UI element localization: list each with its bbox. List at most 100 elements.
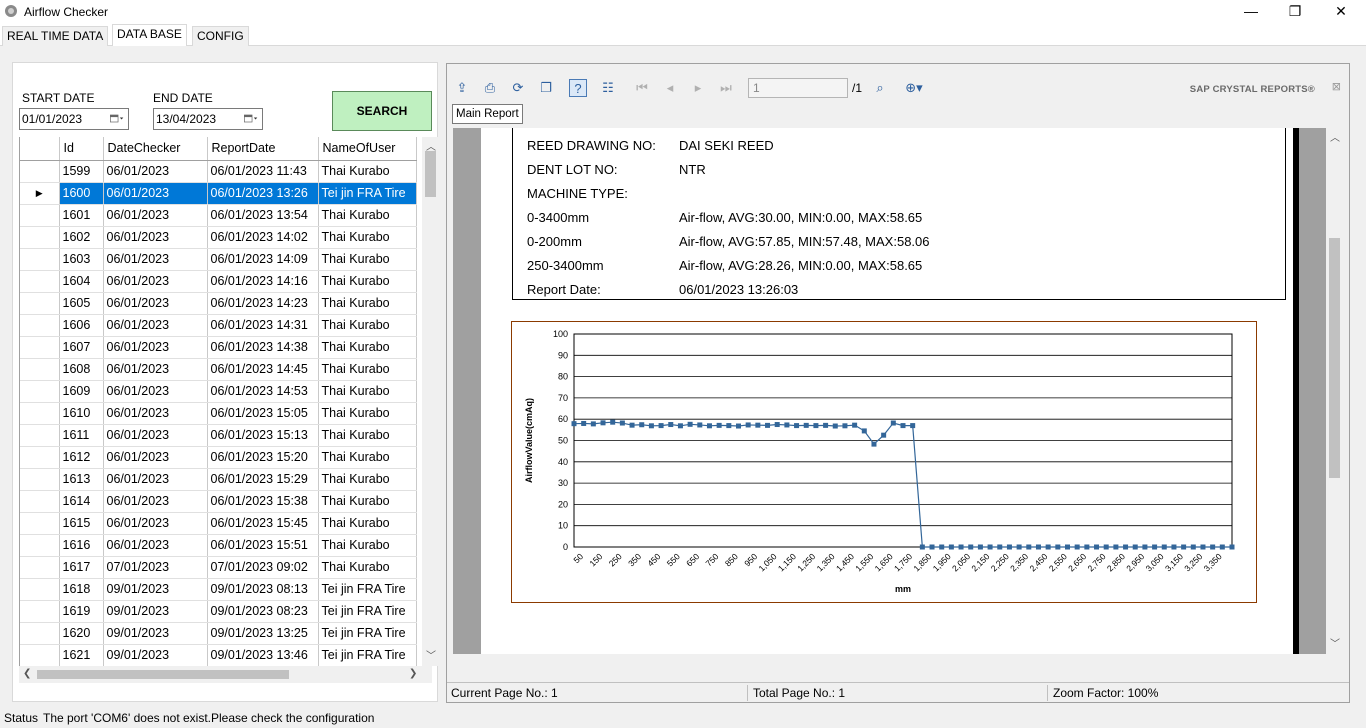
column-header-nameofuser[interactable]: NameOfUser <box>318 137 417 161</box>
row-header[interactable] <box>20 358 60 381</box>
table-row[interactable]: 1620 09/01/2023 09/01/2023 13:25 Tei jin FR… <box>20 622 417 645</box>
cell-reportdate[interactable]: 06/01/2023 14:53 <box>207 380 319 403</box>
cell-id[interactable]: 1608 <box>59 358 104 381</box>
cell-datechecker[interactable]: 06/01/2023 <box>103 512 208 535</box>
cell-id[interactable]: 1613 <box>59 468 104 491</box>
scroll-down-icon[interactable]: ﹀ <box>1330 635 1340 650</box>
cell-id[interactable]: 1621 <box>59 644 104 667</box>
cell-datechecker[interactable]: 06/01/2023 <box>103 402 208 425</box>
row-header[interactable] <box>20 512 60 535</box>
cell-nameofuser[interactable]: Thai Kurabo <box>318 446 417 469</box>
cell-id[interactable]: 1605 <box>59 292 104 315</box>
cell-reportdate[interactable]: 06/01/2023 14:38 <box>207 336 319 359</box>
row-header[interactable] <box>20 578 60 601</box>
export-icon[interactable]: ⇪ <box>453 79 471 97</box>
cell-reportdate[interactable]: 06/01/2023 15:38 <box>207 490 319 513</box>
cell-reportdate[interactable]: 09/01/2023 08:13 <box>207 578 319 601</box>
help-icon[interactable]: ? <box>569 79 587 97</box>
cell-nameofuser[interactable]: Thai Kurabo <box>318 336 417 359</box>
row-header[interactable] <box>20 292 60 315</box>
cell-nameofuser[interactable]: Thai Kurabo <box>318 424 417 447</box>
cell-datechecker[interactable]: 06/01/2023 <box>103 424 208 447</box>
cell-reportdate[interactable]: 06/01/2023 13:54 <box>207 204 319 227</box>
cell-reportdate[interactable]: 06/01/2023 15:29 <box>207 468 319 491</box>
cell-id[interactable]: 1609 <box>59 380 104 403</box>
table-row[interactable]: 1617 07/01/2023 07/01/2023 09:02 Thai Kurab… <box>20 556 417 579</box>
zoom-icon[interactable]: ⊕▾ <box>899 79 929 97</box>
end-date-picker[interactable]: 13/04/2023 <box>153 108 263 130</box>
find-icon[interactable]: ⌕ <box>871 79 889 97</box>
table-row[interactable]: 1619 09/01/2023 09/01/2023 08:23 Tei jin FR… <box>20 600 417 623</box>
cell-nameofuser[interactable]: Tei jin FRA Tire <box>318 578 417 601</box>
row-header[interactable] <box>20 226 60 249</box>
row-header[interactable] <box>20 490 60 513</box>
calendar-dropdown-icon[interactable] <box>244 112 258 125</box>
cell-id[interactable]: 1611 <box>59 424 104 447</box>
table-row[interactable]: 1601 06/01/2023 06/01/2023 13:54 Thai Kurab… <box>20 204 417 227</box>
cell-id[interactable]: 1620 <box>59 622 104 645</box>
table-row[interactable]: 1603 06/01/2023 06/01/2023 14:09 Thai Kurab… <box>20 248 417 271</box>
column-header-id[interactable]: Id <box>59 137 104 161</box>
cell-reportdate[interactable]: 06/01/2023 14:09 <box>207 248 319 271</box>
row-header[interactable] <box>20 424 60 447</box>
cell-nameofuser[interactable]: Thai Kurabo <box>318 512 417 535</box>
row-header[interactable] <box>20 336 60 359</box>
first-page-icon[interactable]: ⏮ <box>633 79 651 97</box>
cell-datechecker[interactable]: 09/01/2023 <box>103 644 208 667</box>
row-header[interactable] <box>20 160 60 183</box>
cell-id[interactable]: 1618 <box>59 578 104 601</box>
close-button[interactable]: ✕ <box>1318 0 1364 22</box>
search-button[interactable]: SEARCH <box>332 91 432 131</box>
row-header[interactable] <box>20 600 60 623</box>
table-row[interactable]: 1618 09/01/2023 09/01/2023 08:13 Tei jin FR… <box>20 578 417 601</box>
row-header[interactable] <box>20 248 60 271</box>
table-row[interactable]: 1605 06/01/2023 06/01/2023 14:23 Thai Kurab… <box>20 292 417 315</box>
cell-nameofuser[interactable]: Thai Kurabo <box>318 556 417 579</box>
grid-vertical-scrollbar[interactable]: ︿ ﹀ <box>422 137 439 666</box>
grid-horizontal-scrollbar[interactable]: ❮ ❯ <box>19 666 432 683</box>
calendar-dropdown-icon[interactable] <box>110 112 124 125</box>
scroll-down-icon[interactable]: ﹀ <box>426 647 436 662</box>
row-header[interactable] <box>20 556 60 579</box>
cell-reportdate[interactable]: 06/01/2023 14:45 <box>207 358 319 381</box>
cell-nameofuser[interactable]: Tei jin FRA Tire <box>318 644 417 667</box>
cell-reportdate[interactable]: 06/01/2023 15:13 <box>207 424 319 447</box>
cell-datechecker[interactable]: 06/01/2023 <box>103 160 208 183</box>
cell-id[interactable]: 1617 <box>59 556 104 579</box>
row-header[interactable] <box>20 644 60 667</box>
print-icon[interactable]: ⎙ <box>481 79 499 97</box>
tab-real-time-data[interactable]: REAL TIME DATA <box>2 26 109 46</box>
refresh-icon[interactable]: ⟳ <box>509 79 527 97</box>
cell-nameofuser[interactable]: Thai Kurabo <box>318 490 417 513</box>
cell-nameofuser[interactable]: Thai Kurabo <box>318 270 417 293</box>
table-row[interactable]: 1606 06/01/2023 06/01/2023 14:31 Thai Kurab… <box>20 314 417 337</box>
cell-nameofuser[interactable]: Thai Kurabo <box>318 226 417 249</box>
table-row[interactable]: 1611 06/01/2023 06/01/2023 15:13 Thai Kurab… <box>20 424 417 447</box>
cell-id[interactable]: 1615 <box>59 512 104 535</box>
cell-datechecker[interactable]: 06/01/2023 <box>103 446 208 469</box>
cell-id[interactable]: 1614 <box>59 490 104 513</box>
cell-nameofuser[interactable]: Thai Kurabo <box>318 314 417 337</box>
cell-datechecker[interactable]: 07/01/2023 <box>103 556 208 579</box>
cell-datechecker[interactable]: 09/01/2023 <box>103 578 208 601</box>
cell-datechecker[interactable]: 06/01/2023 <box>103 336 208 359</box>
cell-id[interactable]: 1603 <box>59 248 104 271</box>
cell-id[interactable]: 1601 <box>59 204 104 227</box>
row-header[interactable]: ▶ <box>20 182 60 205</box>
cell-id[interactable]: 1619 <box>59 600 104 623</box>
cell-reportdate[interactable]: 06/01/2023 15:05 <box>207 402 319 425</box>
cell-datechecker[interactable]: 06/01/2023 <box>103 468 208 491</box>
cell-nameofuser[interactable]: Thai Kurabo <box>318 380 417 403</box>
cell-id[interactable]: 1612 <box>59 446 104 469</box>
table-row[interactable]: 1599 06/01/2023 06/01/2023 11:43 Thai Kurab… <box>20 160 417 183</box>
close-view-icon[interactable]: ⊠ <box>1332 80 1341 93</box>
main-report-tab[interactable]: Main Report <box>452 104 523 124</box>
cell-nameofuser[interactable]: Thai Kurabo <box>318 468 417 491</box>
cell-nameofuser[interactable]: Thai Kurabo <box>318 358 417 381</box>
cell-datechecker[interactable]: 06/01/2023 <box>103 270 208 293</box>
column-header-datechecker[interactable]: DateChecker <box>103 137 208 161</box>
previous-page-icon[interactable]: ◂ <box>661 79 679 97</box>
table-row[interactable]: ▶ 1600 06/01/2023 06/01/2023 13:26 Tei jin F… <box>20 182 417 205</box>
cell-reportdate[interactable]: 06/01/2023 11:43 <box>207 160 319 183</box>
cell-nameofuser[interactable]: Thai Kurabo <box>318 402 417 425</box>
